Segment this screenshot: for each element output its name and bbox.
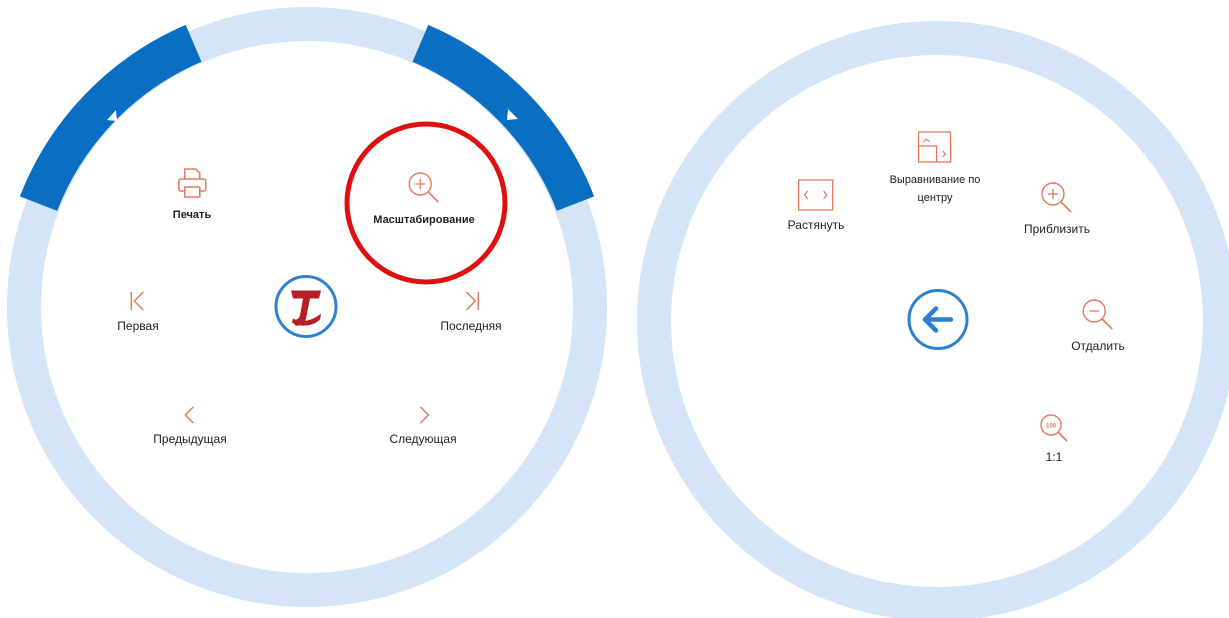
next-page-label: Следующая	[389, 432, 457, 446]
zoom-label: Масштабирование	[373, 214, 475, 226]
zoom-button[interactable]: Масштабирование	[373, 170, 475, 228]
zoom-out-icon	[1082, 299, 1113, 330]
back-button[interactable]	[906, 288, 970, 357]
first-page-icon	[130, 291, 144, 311]
print-label: Печать	[172, 209, 212, 221]
main-menu-logo-button[interactable]	[273, 274, 339, 345]
logo-icon	[274, 275, 338, 338]
left-radial-menu: Печать Масштабирование Первая Последняя …	[0, 0, 1229, 618]
actual-size-button[interactable]: 100 1:1	[1038, 412, 1070, 466]
actual-size-icon: 100	[1040, 414, 1068, 442]
last-page-button[interactable]: Последняя	[440, 289, 502, 335]
previous-page-button[interactable]: Предыдущая	[153, 404, 227, 448]
zoom-out-button[interactable]: Отдалить	[1071, 297, 1125, 355]
zoom-in-icon	[1041, 182, 1072, 213]
last-page-label: Последняя	[440, 319, 502, 333]
zoom-in-label: Приблизить	[1024, 222, 1090, 236]
next-page-button[interactable]: Следующая	[389, 404, 457, 448]
zoom-in-button[interactable]: Приблизить	[1024, 180, 1090, 238]
first-page-label: Первая	[117, 319, 159, 333]
scroll-left-segment[interactable]	[19, 24, 202, 212]
left-menu-ring	[7, 7, 607, 607]
align-center-button[interactable]: Выравнивание по центру	[889, 130, 981, 206]
stretch-icon	[798, 179, 834, 211]
align-center-label-line2: центру	[917, 192, 953, 204]
align-center-icon	[918, 131, 952, 163]
stretch-label: Растянуть	[787, 218, 845, 232]
chevron-right-icon	[419, 406, 430, 424]
zoom-out-label: Отдалить	[1071, 339, 1125, 353]
previous-page-label: Предыдущая	[153, 432, 227, 446]
actual-size-label: 1:1	[1045, 450, 1063, 464]
align-center-label-line1: Выравнивание по	[889, 174, 981, 186]
stretch-button[interactable]: Растянуть	[787, 178, 845, 234]
svg-text:100: 100	[1046, 424, 1057, 430]
print-button[interactable]: Печать	[173, 165, 211, 223]
printer-icon	[178, 168, 207, 198]
first-page-button[interactable]: Первая	[117, 289, 159, 335]
last-page-icon	[465, 291, 479, 311]
zoom-in-icon	[408, 172, 439, 203]
back-arrow-icon	[907, 289, 969, 350]
chevron-left-icon	[183, 406, 194, 424]
